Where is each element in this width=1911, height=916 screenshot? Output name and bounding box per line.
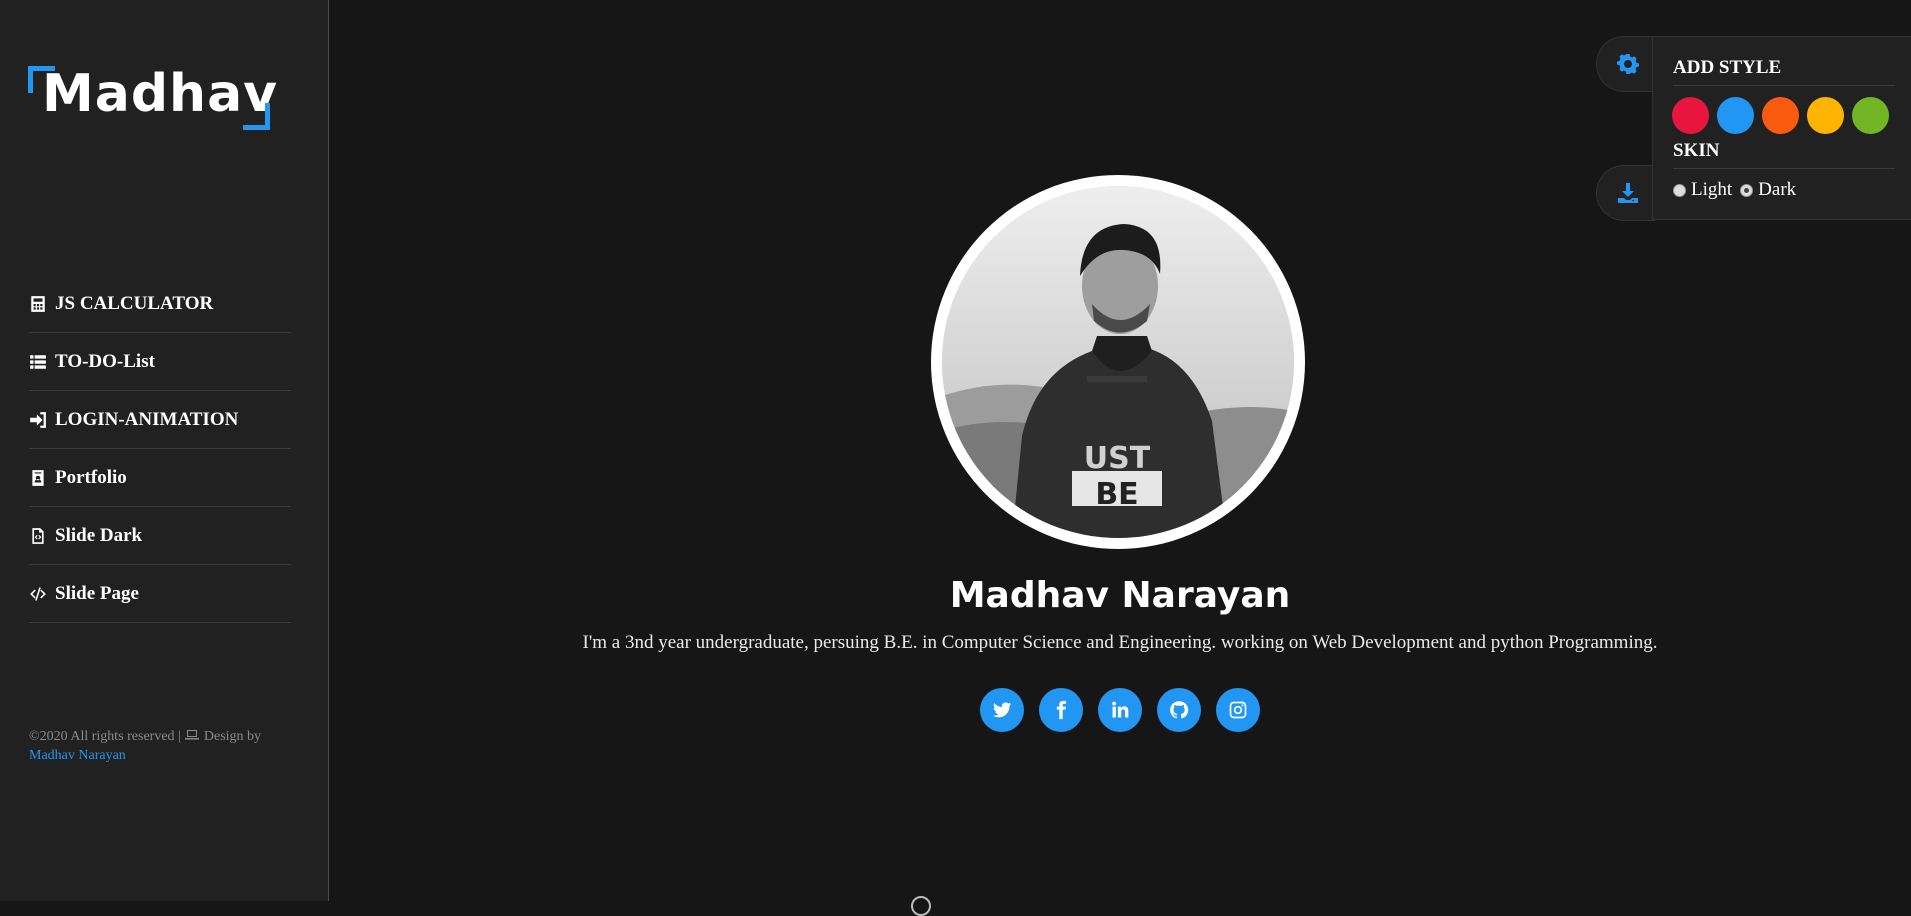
facebook-button[interactable] (1039, 688, 1083, 732)
scroll-indicator[interactable] (911, 896, 931, 916)
sidebar-item-js-calculator[interactable]: JS CALCULATOR (29, 276, 291, 333)
avatar-frame: UST BE (931, 175, 1305, 549)
code-icon (30, 587, 46, 601)
color-option-blue[interactable] (1717, 97, 1754, 134)
laptop-icon (185, 730, 200, 740)
sidebar: Madhav JS CALCULATOR TO-DO-List LOGIN-AN… (0, 0, 329, 901)
social-links (980, 688, 1260, 732)
skin-option-label: Dark (1758, 179, 1797, 200)
color-option-yellow[interactable] (1807, 97, 1844, 134)
facebook-icon (1056, 700, 1066, 720)
calculator-icon (31, 296, 45, 312)
light-radio[interactable] (1673, 183, 1686, 197)
skin-options: Light Dark (1673, 179, 1804, 201)
svg-text:BE: BE (1095, 477, 1138, 512)
add-style-heading: ADD STYLE (1673, 57, 1782, 78)
sidebar-item-portfolio[interactable]: Portfolio (29, 450, 291, 507)
sidebar-item-label: Slide Dark (55, 525, 143, 546)
svg-text:UST: UST (1084, 441, 1151, 476)
sidebar-item-slide-dark[interactable]: Slide Dark (29, 508, 291, 565)
logo-corner-bottom-right (243, 103, 270, 130)
sidebar-nav: JS CALCULATOR TO-DO-List LOGIN-ANIMATION… (29, 276, 291, 624)
sidebar-item-label: LOGIN-ANIMATION (55, 409, 239, 430)
github-button[interactable] (1157, 688, 1201, 732)
instagram-icon (1229, 701, 1247, 719)
twitter-button[interactable] (980, 688, 1024, 732)
file-code-icon (32, 528, 44, 544)
profile-name: Madhav Narayan (949, 575, 1291, 616)
skin-option-light[interactable]: Light (1673, 179, 1732, 201)
download-button[interactable] (1596, 165, 1655, 221)
design-by-text: Design by (200, 729, 262, 744)
skin-option-dark[interactable]: Dark (1740, 179, 1796, 201)
color-options (1672, 97, 1889, 134)
color-option-red[interactable] (1672, 97, 1709, 134)
sidebar-item-to-do-list[interactable]: TO-DO-List (29, 334, 291, 391)
linkedin-button[interactable] (1098, 688, 1142, 732)
sidebar-item-label: Portfolio (55, 467, 127, 488)
author-link[interactable]: Madhav Narayan (29, 748, 126, 763)
divider (1673, 168, 1895, 169)
avatar: UST BE (942, 186, 1294, 538)
sidebar-item-label: TO-DO-List (55, 351, 155, 372)
sidebar-item-slide-page[interactable]: Slide Page (29, 566, 291, 623)
list-icon (30, 355, 46, 369)
download-icon (1618, 183, 1638, 203)
instagram-button[interactable] (1216, 688, 1260, 732)
sidebar-item-login-animation[interactable]: LOGIN-ANIMATION (29, 392, 291, 449)
linkedin-icon (1112, 701, 1129, 718)
sidebar-item-label: JS CALCULATOR (55, 293, 214, 314)
profile-bio: I'm a 3nd year undergraduate, persuing B… (582, 632, 1658, 653)
sidebar-item-label: Slide Page (55, 583, 139, 604)
github-icon (1170, 701, 1189, 719)
divider (1673, 85, 1895, 86)
color-option-orange[interactable] (1762, 97, 1799, 134)
id-badge-icon (32, 470, 44, 486)
sidebar-footer: ©2020 All rights reserved | Design by Ma… (29, 727, 299, 765)
logo[interactable]: Madhav (28, 64, 277, 130)
twitter-icon (993, 702, 1012, 718)
style-switcher-panel: ADD STYLE SKIN Light Dark (1652, 36, 1911, 220)
dark-radio[interactable] (1740, 183, 1754, 197)
sign-in-icon (30, 412, 46, 428)
color-option-green[interactable] (1852, 97, 1889, 134)
skin-heading: SKIN (1673, 140, 1720, 161)
gear-icon (1617, 54, 1639, 74)
style-switcher-toggle[interactable] (1596, 36, 1655, 92)
copyright-text: ©2020 All rights reserved | (29, 729, 185, 744)
skin-option-label: Light (1691, 179, 1733, 200)
